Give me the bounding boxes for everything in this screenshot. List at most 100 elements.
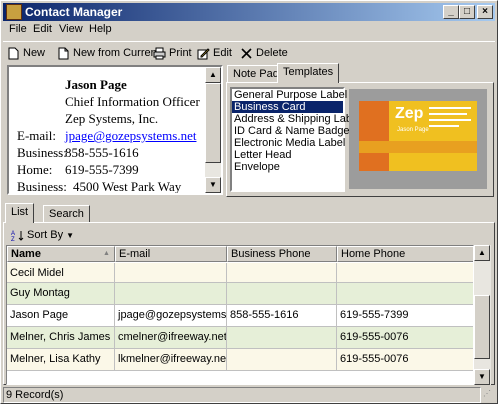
table-cell-email[interactable] [115, 283, 227, 305]
scroll-up-button[interactable]: ▲ [205, 67, 221, 83]
title-bar[interactable]: Contact Manager _ □ × [3, 3, 495, 21]
svg-text:Z: Z [11, 237, 15, 242]
card-address: 4500 West Park Way [73, 179, 182, 194]
table-cell-name[interactable]: Jason Page [7, 305, 115, 327]
template-item[interactable]: Letter Head [232, 149, 343, 161]
maximize-button[interactable]: □ [459, 5, 475, 19]
card-text-line [429, 125, 459, 127]
copy-document-icon [58, 47, 69, 59]
card-text-line [429, 119, 471, 121]
card-home-label: Home: [17, 162, 53, 177]
sort-az-icon: AZ [11, 230, 24, 242]
scroll-thumb[interactable] [205, 83, 221, 163]
resize-grip-icon[interactable]: ⋰ [483, 389, 495, 401]
contacts-table: Name E-mail Business Phone Home Phone ▲ … [6, 245, 474, 385]
templates-list[interactable]: General Purpose Label Business Card Addr… [230, 87, 361, 192]
tab-templates[interactable]: Templates [277, 63, 340, 83]
tab-search[interactable]: Search [43, 205, 90, 223]
template-preview: Zep Jason Page [349, 89, 487, 189]
template-item[interactable]: General Purpose Label [232, 89, 347, 101]
new-label: New [23, 47, 46, 59]
sort-by-label: Sort By [27, 229, 64, 241]
sort-by-button[interactable]: AZ Sort By ▼ [11, 227, 74, 243]
table-cell-home[interactable]: 619-555-7399 [337, 305, 473, 327]
table-cell-home[interactable] [337, 283, 473, 305]
menu-view[interactable]: View [59, 23, 83, 35]
table-cell-name[interactable]: Cecil Midel [7, 263, 115, 283]
edit-button[interactable]: Edit [197, 45, 232, 61]
template-item[interactable]: Envelope [232, 161, 343, 173]
card-business-label: Business: [17, 145, 67, 160]
template-item[interactable]: Address & Shipping Label [232, 113, 361, 125]
table-scroll-down-button[interactable]: ▼ [474, 369, 490, 385]
tab-list[interactable]: List [5, 203, 35, 223]
new-from-current-label: New from Current [73, 47, 160, 59]
delete-x-icon [241, 47, 252, 59]
column-header-home-phone[interactable]: Home Phone [337, 246, 473, 262]
column-header-name[interactable]: Name [7, 246, 115, 262]
record-count: 9 Record(s) [3, 387, 481, 403]
chevron-down-icon: ▼ [66, 230, 74, 240]
column-header-email[interactable]: E-mail [115, 246, 227, 262]
tab-templates-label: Templates [283, 66, 334, 78]
scroll-down-button[interactable]: ▼ [205, 177, 221, 193]
close-button[interactable]: × [477, 5, 493, 19]
table-cell-home[interactable]: 619-555-0076 [337, 327, 473, 349]
new-button[interactable]: New [7, 45, 45, 61]
app-icon [6, 4, 22, 20]
menu-help[interactable]: Help [89, 23, 112, 35]
table-cell-name[interactable]: Guy Montag [7, 283, 115, 305]
tab-notepad-label: Note Pad [233, 68, 279, 80]
table-cell-email[interactable]: lkmelner@ifreeway.net [115, 349, 227, 371]
table-cell-business[interactable] [227, 263, 337, 283]
card-text-line [429, 113, 467, 115]
tab-list-label: List [11, 206, 29, 218]
card-scrollbar[interactable]: ▲ ▼ [205, 67, 221, 193]
card-stripe [359, 101, 389, 171]
table-cell-business[interactable] [227, 283, 337, 305]
template-item[interactable]: ID Card & Name Badge [232, 125, 350, 137]
print-button[interactable]: Print [153, 45, 192, 61]
card-address-label: Business: [17, 179, 67, 194]
card-name: Jason Page [65, 77, 127, 92]
delete-button[interactable]: Delete [240, 45, 288, 61]
table-cell-name[interactable]: Melner, Lisa Kathy [7, 349, 115, 371]
contact-card: Jason Page Chief Information Officer Zep… [7, 65, 223, 195]
toolbar: New New from Current Print Edit Delete [3, 41, 495, 63]
table-cell-email[interactable] [115, 263, 227, 283]
menu-bar: File Edit View Help [3, 21, 495, 39]
menu-edit[interactable]: Edit [33, 23, 52, 35]
edit-pencil-icon [197, 47, 210, 59]
table-scroll-up-button[interactable]: ▲ [474, 245, 490, 261]
card-email-link[interactable]: jpage@gozepsystems.net [65, 128, 196, 144]
template-item-selected[interactable]: Business Card [232, 101, 343, 113]
table-cell-home[interactable]: 619-555-0076 [337, 349, 473, 371]
delete-label: Delete [256, 47, 288, 59]
edit-label: Edit [213, 47, 232, 59]
table-cell-name[interactable]: Melner, Chris James [7, 327, 115, 349]
column-header-business-phone[interactable]: Business Phone [227, 246, 337, 262]
table-scroll-thumb[interactable] [474, 295, 490, 359]
menu-file[interactable]: File [9, 23, 27, 35]
card-job-title: Chief Information Officer [65, 94, 200, 109]
minimize-button[interactable]: _ [443, 5, 459, 19]
table-cell-business[interactable]: 858-555-1616 [227, 305, 337, 327]
table-cell-home[interactable] [337, 263, 473, 283]
table-cell-email[interactable]: cmelner@ifreeway.net [115, 327, 227, 349]
app-window: Contact Manager _ □ × File Edit View Hel… [0, 0, 498, 404]
status-bar: 9 Record(s) ⋰ [3, 387, 495, 403]
table-cell-email[interactable]: jpage@gozepsystems.net [115, 305, 227, 327]
new-from-current-button[interactable]: New from Current [57, 45, 160, 61]
table-cell-business[interactable] [227, 349, 337, 371]
tab-search-label: Search [49, 208, 84, 220]
new-document-icon [8, 47, 19, 59]
window-title: Contact Manager [25, 5, 123, 19]
card-company: Zep Systems, Inc. [65, 111, 159, 126]
card-email-label: E-mail: [17, 128, 56, 143]
printer-icon [153, 47, 166, 59]
table-scrollbar[interactable]: ▲ ▼ [474, 245, 491, 385]
sort-indicator-icon: ▲ [103, 250, 110, 257]
card-text-line [429, 107, 471, 109]
template-item[interactable]: Electronic Media Label [232, 137, 345, 149]
table-cell-business[interactable] [227, 327, 337, 349]
